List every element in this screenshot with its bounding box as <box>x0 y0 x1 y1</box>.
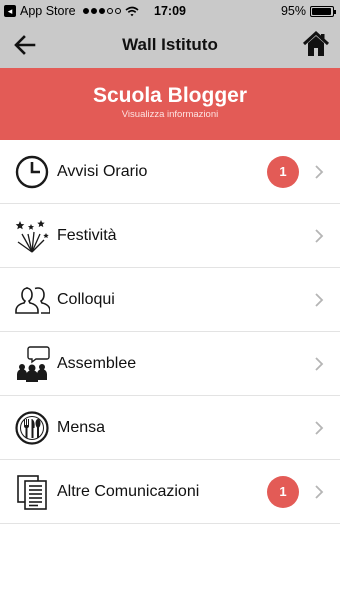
page-title: Wall Istituto <box>122 35 218 54</box>
school-name: Scuola Blogger <box>92 84 248 107</box>
documents-icon <box>17 475 47 510</box>
chevron-right-icon <box>315 165 324 179</box>
menu-item-colloqui[interactable]: Colloqui <box>0 268 340 332</box>
home-icon[interactable] <box>302 30 330 58</box>
menu-item-avvisi-orario[interactable]: Avvisi Orario 1 <box>0 140 340 204</box>
menu-item-festivita[interactable]: Festività <box>0 204 340 268</box>
cutlery-icon <box>15 411 49 445</box>
menu-item-assemblee[interactable]: Assemblee <box>0 332 340 396</box>
menu-item-label: Assemblee <box>57 355 137 372</box>
people-icon <box>15 287 50 314</box>
menu-item-mensa[interactable]: Mensa <box>0 396 340 460</box>
notification-badge: 1 <box>267 476 299 508</box>
status-right: 95% <box>280 4 336 18</box>
menu-list: Avvisi Orario 1 Festività Colloqui Assem… <box>0 140 340 524</box>
chevron-right-icon <box>315 293 324 307</box>
chevron-right-icon <box>315 421 324 435</box>
chevron-right-icon <box>315 229 324 243</box>
menu-item-altre-comunicazioni[interactable]: Altre Comunicazioni 1 <box>0 460 340 524</box>
status-bar: ◂ App Store 17:09 95% <box>0 0 340 22</box>
menu-item-label: Avvisi Orario <box>57 163 148 180</box>
chevron-right-icon <box>315 485 324 499</box>
chevron-right-icon <box>315 357 324 371</box>
menu-item-label: Mensa <box>57 419 106 436</box>
school-banner[interactable]: Scuola Blogger Visualizza informazioni <box>0 68 340 140</box>
nav-bar: Wall Istituto <box>0 22 340 68</box>
notification-badge: 1 <box>267 156 299 188</box>
fireworks-icon <box>15 220 49 253</box>
menu-item-label: Altre Comunicazioni <box>57 483 200 500</box>
battery-level <box>312 7 331 15</box>
battery-icon <box>310 5 336 17</box>
battery-percent: 95% <box>280 4 306 18</box>
menu-item-label: Festività <box>57 227 117 244</box>
banner-subtitle: Visualizza informazioni <box>121 109 219 120</box>
clock-icon <box>15 155 49 189</box>
meeting-icon <box>17 346 50 382</box>
menu-item-label: Colloqui <box>57 291 115 308</box>
